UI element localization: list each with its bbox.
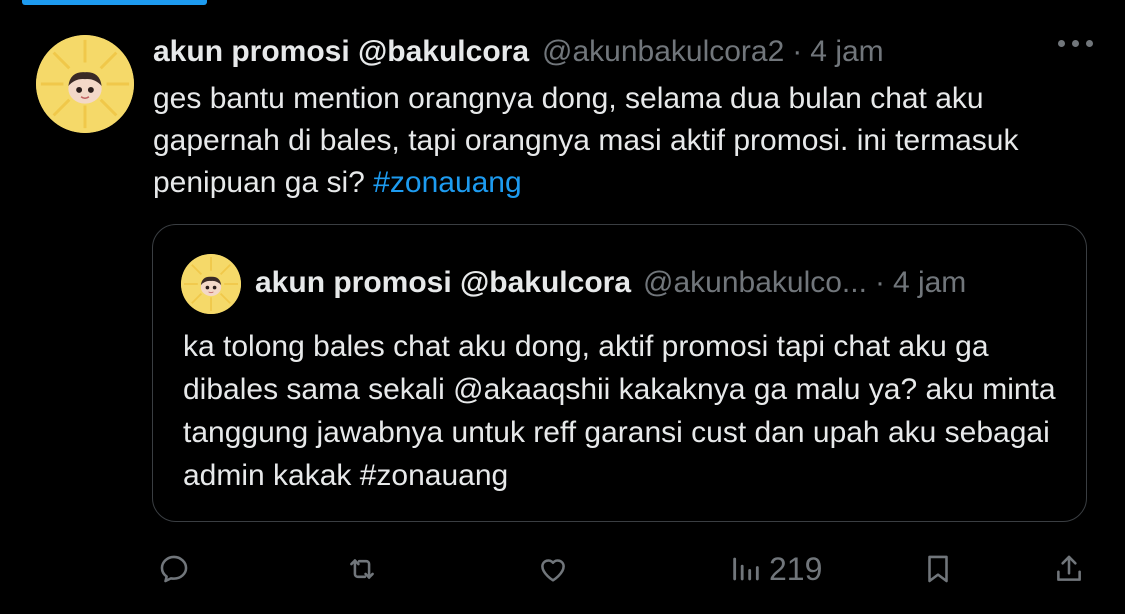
- bookmark-button[interactable]: [921, 545, 955, 593]
- action-bar: 219: [0, 545, 1125, 593]
- separator-dot: ·: [874, 266, 885, 299]
- tweet-time[interactable]: 4 jam: [810, 35, 883, 69]
- like-button[interactable]: [536, 545, 570, 593]
- tweet-header: akun promosi @bakulcora @akunbakulcora2 …: [153, 30, 884, 74]
- retweet-button[interactable]: [345, 545, 379, 593]
- share-button[interactable]: [1052, 545, 1086, 593]
- quoted-tweet-header: akun promosi @bakulcora @akunbakulco... …: [255, 263, 966, 303]
- quoted-tweet[interactable]: akun promosi @bakulcora @akunbakulco... …: [152, 224, 1087, 522]
- author-name[interactable]: akun promosi @bakulcora: [153, 35, 529, 69]
- reply-icon: [160, 555, 188, 583]
- author-avatar[interactable]: [36, 35, 134, 133]
- quoted-tweet-text: ka tolong bales chat aku dong, aktif pro…: [183, 330, 1056, 492]
- tweet-text: ges bantu mention orangnya dong, selama …: [153, 78, 1093, 204]
- author-handle[interactable]: @akunbakulcora2: [542, 35, 784, 69]
- hashtag-link[interactable]: #zonauang: [373, 166, 521, 199]
- retweet-icon: [350, 559, 374, 579]
- quoted-author-handle[interactable]: @akunbakulco...: [643, 266, 867, 300]
- quoted-author-name[interactable]: akun promosi @bakulcora: [255, 266, 631, 300]
- quoted-author-avatar[interactable]: [181, 254, 241, 314]
- bookmark-icon: [928, 555, 948, 583]
- tweet-body: ges bantu mention orangnya dong, selama …: [153, 82, 1019, 199]
- more-options-icon[interactable]: [1058, 40, 1093, 47]
- views-count: 219: [769, 550, 823, 587]
- separator-dot: ·: [792, 35, 803, 68]
- top-indicator-bar: [22, 0, 207, 5]
- share-icon: [1057, 555, 1081, 581]
- views-button[interactable]: 219: [729, 545, 822, 593]
- like-icon: [541, 559, 565, 582]
- reply-button[interactable]: [157, 545, 191, 593]
- views-icon: [733, 557, 759, 581]
- quoted-tweet-time[interactable]: 4 jam: [893, 266, 966, 300]
